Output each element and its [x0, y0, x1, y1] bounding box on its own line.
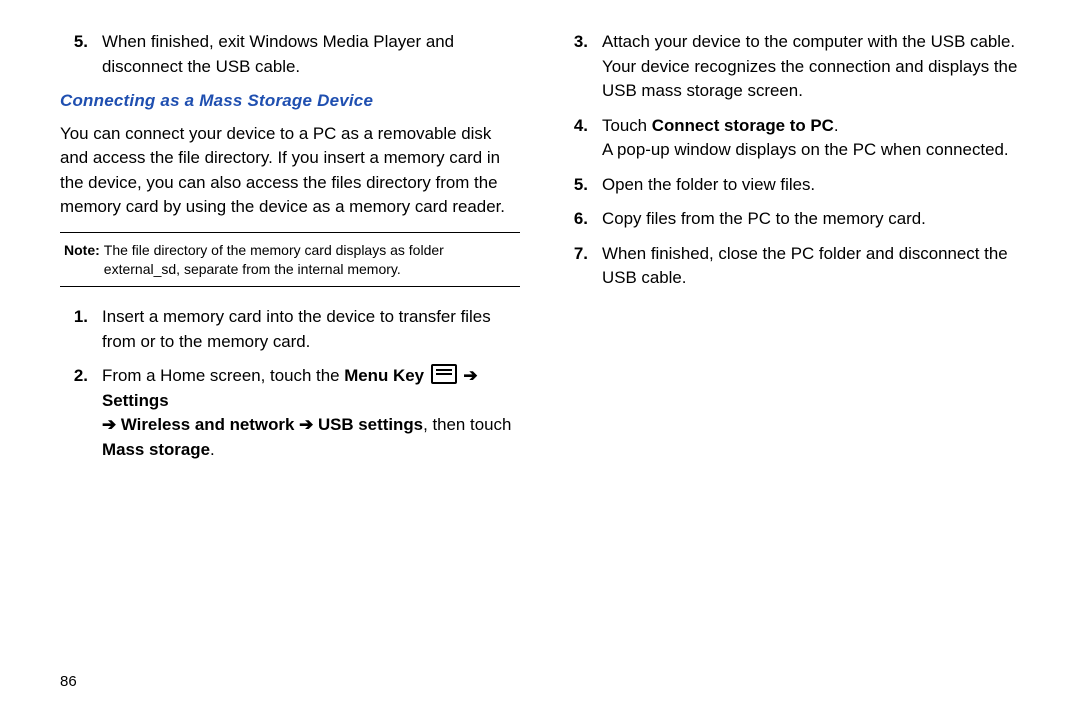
list-item: 5. When finished, exit Windows Media Pla…: [60, 30, 520, 79]
section-heading: Connecting as a Mass Storage Device: [60, 89, 520, 114]
intro-paragraph: You can connect your device to a PC as a…: [60, 122, 520, 220]
arrow-icon: ➔: [463, 366, 477, 385]
list-item: 7. When finished, close the PC folder an…: [560, 242, 1020, 291]
manual-page: 5. When finished, exit Windows Media Pla…: [0, 0, 1080, 720]
menu-key-icon: [431, 364, 457, 384]
list-item: 3. Attach your device to the computer wi…: [560, 30, 1020, 104]
step-text: Touch Connect storage to PC. A pop-up wi…: [602, 114, 1020, 163]
list-item: 1. Insert a memory card into the device …: [60, 305, 520, 354]
step-text: Attach your device to the computer with …: [602, 30, 1020, 104]
period: .: [210, 440, 215, 459]
left-column: 5. When finished, exit Windows Media Pla…: [60, 30, 520, 472]
step-text: Open the folder to view files.: [602, 173, 1020, 198]
note-text: The file directory of the memory card di…: [104, 241, 520, 279]
step2-prefix: From a Home screen, touch the: [102, 366, 344, 385]
note-box: Note: The file directory of the memory c…: [60, 232, 520, 288]
list-item: 5. Open the folder to view files.: [560, 173, 1020, 198]
mass-storage-label: Mass storage: [102, 440, 210, 459]
page-number: 86: [60, 673, 77, 690]
period: .: [834, 116, 839, 135]
arrow-icon: ➔: [102, 415, 116, 434]
list-item: 2. From a Home screen, touch the Menu Ke…: [60, 364, 520, 462]
list-item: 6. Copy files from the PC to the memory …: [560, 207, 1020, 232]
step-text: From a Home screen, touch the Menu Key ➔…: [102, 364, 520, 462]
step-number: 2.: [60, 364, 102, 462]
connect-storage-label: Connect storage to PC: [652, 116, 834, 135]
step-number: 4.: [560, 114, 602, 163]
step-text: When finished, close the PC folder and d…: [602, 242, 1020, 291]
list-item: 4. Touch Connect storage to PC. A pop-up…: [560, 114, 1020, 163]
note-label: Note:: [60, 241, 104, 279]
wireless-label: Wireless and network: [121, 415, 295, 434]
columns: 5. When finished, exit Windows Media Pla…: [60, 30, 1020, 472]
step4-line2: A pop-up window displays on the PC when …: [602, 140, 1009, 159]
menu-key-label: Menu Key: [344, 366, 424, 385]
step-number: 6.: [560, 207, 602, 232]
then-touch-text: , then touch: [423, 415, 511, 434]
step-text: When finished, exit Windows Media Player…: [102, 30, 520, 79]
step-number: 7.: [560, 242, 602, 291]
step-number: 3.: [560, 30, 602, 104]
settings-label: Settings: [102, 391, 169, 410]
step-number: 5.: [60, 30, 102, 79]
step-number: 1.: [60, 305, 102, 354]
right-column: 3. Attach your device to the computer wi…: [560, 30, 1020, 472]
step-text: Insert a memory card into the device to …: [102, 305, 520, 354]
arrow-icon: ➔: [299, 415, 313, 434]
usb-settings-label: USB settings: [318, 415, 423, 434]
touch-text: Touch: [602, 116, 652, 135]
step-text: Copy files from the PC to the memory car…: [602, 207, 1020, 232]
step-number: 5.: [560, 173, 602, 198]
